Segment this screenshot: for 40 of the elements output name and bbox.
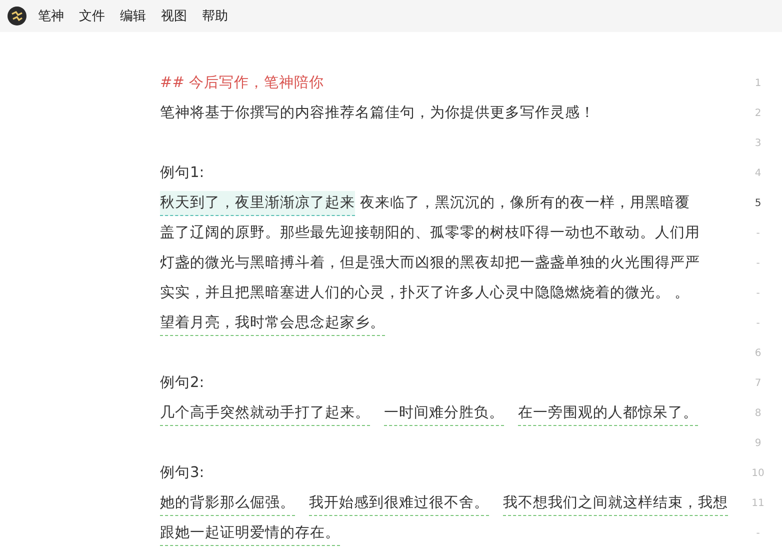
body-text: 例句3:	[160, 463, 204, 483]
body-text: 例句1:	[160, 163, 204, 183]
suggested-sentence[interactable]: 跟她一起证明爱情的存在。	[160, 520, 340, 546]
line-number: 4	[754, 168, 762, 178]
highlighted-sentence[interactable]: 秋天到了，夜里渐渐凉了起来	[160, 190, 355, 216]
line-number: 3	[754, 138, 762, 148]
app-logo-icon[interactable]	[7, 6, 27, 26]
menu-item[interactable]: 文件	[79, 7, 105, 25]
line-number: 6	[754, 348, 762, 358]
suggested-sentence[interactable]: 一时间难分胜负。	[384, 400, 504, 426]
body-text: 夜来临了，黑沉沉的，像所有的夜一样，用黑暗覆	[360, 192, 690, 212]
line-number: 7	[754, 378, 762, 388]
line-number: -	[755, 258, 761, 268]
menu-item[interactable]: 编辑	[120, 7, 146, 25]
line-number: 11	[750, 498, 766, 508]
body-text: 盖了辽阔的原野。那些最先迎接朝阳的、孤零零的树枝吓得一动也不敢动。人们用	[160, 223, 700, 243]
line-number: -	[755, 288, 761, 298]
line-number: 5	[754, 198, 762, 208]
body-text: 笔神将基于你撰写的内容推荐名篇佳句，为你提供更多写作灵感！	[160, 103, 595, 123]
suggested-sentence[interactable]: 望着月亮，我时常会思念起家乡。	[160, 310, 385, 336]
suggested-sentence[interactable]: 我不想我们之间就这样结束，我想	[503, 490, 728, 516]
body-text: 例句2:	[160, 373, 204, 393]
suggested-sentence[interactable]: 在一旁围观的人都惊呆了。	[518, 400, 698, 426]
line-number: 1	[754, 78, 762, 88]
line-number: -	[755, 318, 761, 328]
menu-item[interactable]: 帮助	[202, 7, 228, 25]
line-number: 9	[754, 438, 762, 448]
suggested-sentence[interactable]: 几个高手突然就动手打了起来。	[160, 400, 370, 426]
line-number: 2	[754, 108, 762, 118]
suggested-sentence[interactable]: 她的背影那么倔强。	[160, 490, 295, 516]
line-number: -	[755, 228, 761, 238]
line-number: 10	[750, 468, 766, 478]
line-number: 8	[754, 408, 762, 418]
heading-text: ## 今后写作，笔神陪你	[160, 73, 324, 93]
menu-item[interactable]: 笔神	[38, 7, 64, 25]
menu-item[interactable]: 视图	[161, 7, 187, 25]
body-text: 实实，并且把黑暗塞进人们的心灵，扑灭了许多人心灵中隐隐燃烧着的微光。 。	[160, 283, 690, 303]
body-text: 灯盏的微光与黑暗搏斗着，但是强大而凶狠的黑夜却把一盏盏单独的火光围得严严	[160, 253, 700, 273]
line-number: -	[755, 528, 761, 538]
suggested-sentence[interactable]: 我开始感到很难过很不舍。	[309, 490, 489, 516]
